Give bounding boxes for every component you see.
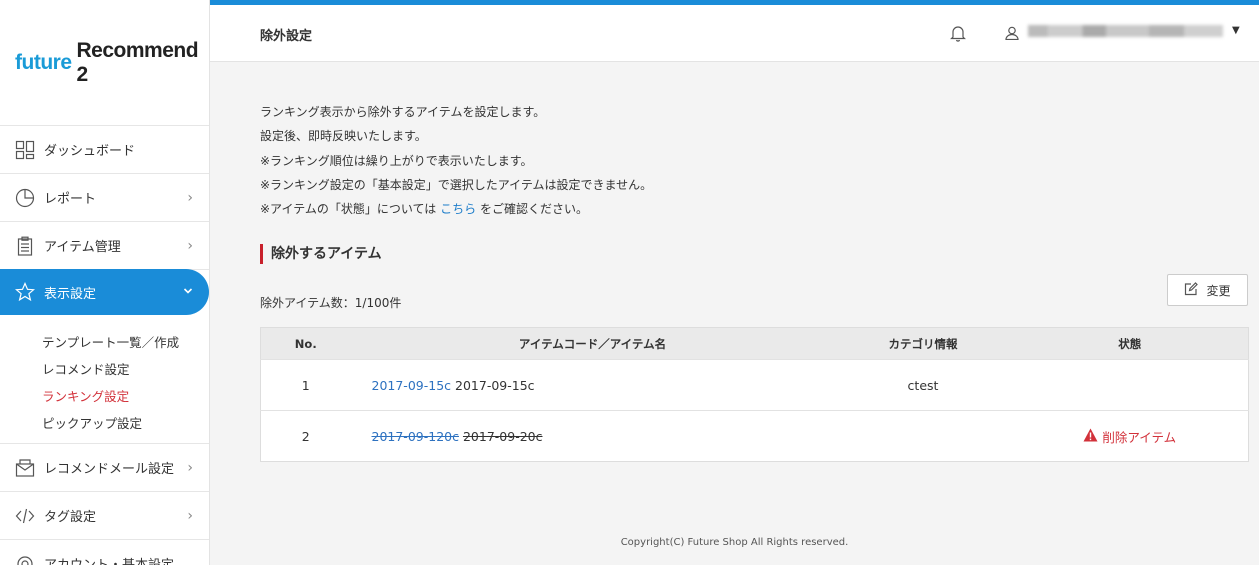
subnav-item-recommend[interactable]: レコメンド設定 <box>42 356 209 383</box>
sidebar-item-label: 表示設定 <box>44 286 97 302</box>
main-content: ランキング表示から除外するアイテムを設定します。 設定後、即時反映いたします。 … <box>260 62 1249 463</box>
cell-category <box>834 410 1012 462</box>
chevron-down-icon <box>183 284 193 300</box>
page-title: 除外設定 <box>260 29 313 44</box>
cell-no: 2 <box>260 410 351 462</box>
pie-chart-icon <box>15 188 35 208</box>
item-name: 2017-09-20c <box>462 428 543 444</box>
description: ランキング表示から除外するアイテムを設定します。 設定後、即時反映いたします。 … <box>260 100 1249 221</box>
sidebar-item-label: タグ設定 <box>44 510 97 525</box>
column-header-state: 状態 <box>1011 327 1249 360</box>
column-header-no: No. <box>260 327 351 360</box>
sidebar-item-label: レポート <box>44 192 97 207</box>
chevron-right-icon: › <box>187 507 193 524</box>
cell-no: 1 <box>260 359 351 411</box>
header: 除外設定 ▼ <box>210 5 1259 62</box>
star-icon <box>15 282 35 302</box>
cell-state: 削除アイテム <box>1011 410 1249 462</box>
section-title: 除外するアイテム <box>260 244 1249 265</box>
description-line: ※ランキング設定の「基本設定」で選択したアイテムは設定できません。 <box>260 177 653 192</box>
table-header-row: No. アイテムコード／アイテム名 カテゴリ情報 状態 <box>260 327 1249 360</box>
cell-code: 2017-09-120c 2017-09-20c <box>350 410 835 462</box>
chevron-right-icon: › <box>187 237 193 254</box>
caret-down-icon[interactable]: ▼ <box>1232 25 1240 36</box>
dashboard-icon <box>15 140 35 160</box>
excluded-count: 除外アイテム数：1/100件 <box>260 296 402 311</box>
description-line: ランキング表示から除外するアイテムを設定します。 <box>260 105 546 119</box>
user-name-blurred[interactable] <box>1028 25 1223 37</box>
edit-icon <box>1184 282 1199 299</box>
sidebar-item-label: アイテム管理 <box>44 240 121 255</box>
state-help-link[interactable]: こちら <box>440 202 476 216</box>
item-code-link[interactable]: 2017-09-120c <box>372 429 459 444</box>
column-header-code: アイテムコード／アイテム名 <box>350 327 835 360</box>
logo-part-future: future <box>15 50 72 74</box>
sidebar-item-items[interactable]: アイテム管理 › <box>0 222 209 270</box>
cell-code: 2017-09-15c 2017-09-15c <box>350 359 835 411</box>
warning-icon <box>1083 428 1098 445</box>
deleted-status-label: 削除アイテム <box>1102 429 1177 445</box>
description-text: ※アイテムの「状態」については <box>260 202 437 217</box>
sidebar: future Recommend 2 ダッシュボード レポート › アイテム管理… <box>0 0 210 565</box>
description-line: ※アイテムの「状態」については こちら をご確認ください。 <box>260 197 1249 221</box>
column-header-category: カテゴリ情報 <box>834 327 1012 360</box>
user-icon[interactable] <box>1005 26 1019 43</box>
excluded-items-table: No. アイテムコード／アイテム名 カテゴリ情報 状態 1 2017-09-15… <box>260 327 1249 463</box>
sidebar-item-dashboard[interactable]: ダッシュボード <box>0 126 209 174</box>
item-code-link[interactable]: 2017-09-15c <box>372 378 452 393</box>
bell-icon[interactable] <box>949 24 967 45</box>
subnav-item-pickup[interactable]: ピックアップ設定 <box>42 410 209 437</box>
sidebar-item-display-settings[interactable]: 表示設定 <box>0 269 209 315</box>
chevron-right-icon: › <box>187 189 193 206</box>
deleted-status: 削除アイテム <box>1083 427 1176 446</box>
clipboard-icon <box>15 236 35 256</box>
sidebar-subnav: テンプレート一覧／作成 レコメンド設定 ランキング設定 ピックアップ設定 <box>0 315 209 444</box>
item-name: 2017-09-15c <box>455 377 535 393</box>
subnav-item-ranking[interactable]: ランキング設定 <box>42 383 209 410</box>
change-button-label: 変更 <box>1206 283 1231 298</box>
cell-state <box>1011 359 1249 411</box>
code-icon <box>15 506 35 526</box>
cell-category: ctest <box>834 359 1012 411</box>
sidebar-item-label: ダッシュボード <box>44 144 136 159</box>
table-row: 1 2017-09-15c 2017-09-15c ctest <box>260 359 1249 411</box>
sidebar-item-label: レコメンドメール設定 <box>44 462 175 477</box>
description-line: 設定後、即時反映いたします。 <box>260 129 427 144</box>
subnav-item-templates[interactable]: テンプレート一覧／作成 <box>42 329 209 356</box>
sidebar-item-tags[interactable]: タグ設定 › <box>0 492 209 540</box>
change-button[interactable]: 変更 <box>1167 274 1248 307</box>
mail-icon <box>15 458 35 478</box>
description-text: をご確認ください。 <box>479 202 588 217</box>
table-row: 2 2017-09-120c 2017-09-20c 削除アイテム <box>260 410 1249 462</box>
footer-copyright: Copyright(C) Future Shop All Rights rese… <box>620 537 849 548</box>
sidebar-item-recommend-mail[interactable]: レコメンドメール設定 › <box>0 444 209 492</box>
logo[interactable]: future Recommend 2 <box>0 0 209 126</box>
chevron-right-icon: › <box>187 459 193 476</box>
description-line: ※ランキング順位は繰り上がりで表示いたします。 <box>260 153 533 168</box>
sidebar-item-label: アカウント・基本設定 <box>44 554 193 565</box>
count-row: 除外アイテム数：1/100件 変更 <box>260 274 1249 314</box>
sidebar-item-report[interactable]: レポート › <box>0 174 209 222</box>
logo-part-recommend: Recommend 2 <box>76 38 199 86</box>
sidebar-item-account[interactable]: アカウント・基本設定 <box>0 540 209 565</box>
gear-icon <box>15 554 35 565</box>
